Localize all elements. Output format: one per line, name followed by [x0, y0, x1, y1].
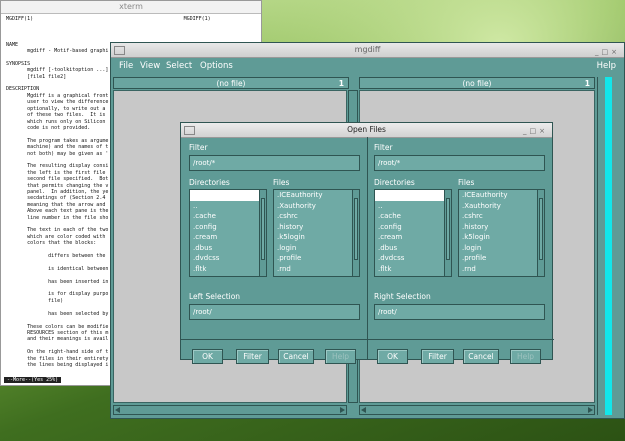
menu-options[interactable]: Options	[200, 58, 233, 74]
menu-bar: File View Select Options Help	[111, 58, 624, 74]
scroll-left-arrow-icon[interactable]	[115, 407, 120, 413]
window-controls-icon[interactable]: _□×	[523, 124, 548, 138]
list-item[interactable]: .cshrc	[274, 211, 359, 222]
list-item[interactable]: .dvdcss	[375, 253, 451, 264]
left-file-header: (no file) 1	[113, 77, 349, 89]
window-menu-icon[interactable]	[114, 46, 125, 55]
list-item[interactable]: .history	[274, 222, 359, 233]
list-item[interactable]: .cache	[375, 211, 451, 222]
list-item[interactable]: .config	[375, 222, 451, 233]
list-item[interactable]: .dvdcss	[190, 253, 266, 264]
left-cancel-button[interactable]: Cancel	[278, 349, 314, 364]
list-item[interactable]: .rnd	[459, 264, 544, 275]
mgdiff-titlebar[interactable]: mgdiff _□×	[111, 43, 624, 58]
menu-view[interactable]: View	[140, 58, 160, 74]
dialog-titlebar[interactable]: Open Files _□×	[181, 123, 552, 138]
right-file-selector: Filter /root/* Directories Files .. .cach…	[368, 137, 554, 364]
overview-diff-bar[interactable]	[605, 77, 612, 415]
list-item[interactable]: .profile	[459, 253, 544, 264]
list-scrollbar[interactable]	[259, 190, 266, 276]
overview-scrollbar[interactable]	[597, 77, 604, 415]
right-selection-input[interactable]: /root/	[374, 304, 545, 320]
left-selection-input[interactable]: /root/	[189, 304, 360, 320]
right-line-number: 1	[584, 79, 590, 88]
scroll-right-arrow-icon[interactable]	[340, 407, 345, 413]
left-ok-button[interactable]: OK	[192, 349, 223, 364]
left-file-name: (no file)	[216, 79, 246, 88]
right-directories-label: Directories	[374, 178, 415, 187]
list-item[interactable]: .Xauthority	[274, 201, 359, 212]
left-filter-label: Filter	[189, 143, 208, 152]
list-item[interactable]: .login	[274, 243, 359, 254]
list-item[interactable]: .ICEauthority	[274, 190, 359, 201]
dialog-title: Open Files	[347, 125, 386, 134]
left-line-number: 1	[338, 79, 344, 88]
xterm-titlebar[interactable]: xterm	[1, 1, 261, 14]
right-horizontal-scrollbar[interactable]	[359, 405, 595, 415]
list-item[interactable]: .history	[459, 222, 544, 233]
left-files-label: Files	[273, 178, 290, 187]
mgdiff-title: mgdiff	[354, 45, 381, 54]
scroll-thumb[interactable]	[261, 198, 265, 260]
right-files-list[interactable]: .ICEauthority .Xauthority .cshrc .history .k…	[458, 189, 545, 277]
left-selection-label: Left Selection	[189, 292, 241, 301]
button-separator	[181, 339, 367, 340]
menu-file[interactable]: File	[119, 58, 133, 74]
left-file-selector: Filter /root/* Directories Files .. .cach…	[181, 137, 367, 364]
scroll-left-arrow-icon[interactable]	[361, 407, 366, 413]
left-filter-input[interactable]: /root/*	[189, 155, 360, 171]
right-selection-label: Right Selection	[374, 292, 431, 301]
list-item[interactable]	[190, 190, 266, 201]
right-file-name: (no file)	[462, 79, 492, 88]
list-item[interactable]: .cshrc	[459, 211, 544, 222]
list-item[interactable]: .profile	[274, 253, 359, 264]
list-item[interactable]: ..	[190, 201, 266, 212]
list-item[interactable]: ..	[375, 201, 451, 212]
left-horizontal-scrollbar[interactable]	[113, 405, 347, 415]
right-directories-list[interactable]: .. .cache .config .cream .dbus .dvdcss .fltk	[374, 189, 452, 277]
right-file-header: (no file) 1	[359, 77, 595, 89]
right-help-button[interactable]: Help	[510, 349, 541, 364]
left-help-button[interactable]: Help	[325, 349, 356, 364]
left-files-list[interactable]: .ICEauthority .Xauthority .cshrc .history .k…	[273, 189, 360, 277]
right-filter-label: Filter	[374, 143, 393, 152]
button-separator	[368, 339, 554, 340]
right-ok-button[interactable]: OK	[377, 349, 408, 364]
list-item[interactable]	[375, 190, 451, 201]
left-directories-list[interactable]: .. .cache .config .cream .dbus .dvdcss .fltk	[189, 189, 267, 277]
window-menu-icon[interactable]	[184, 126, 195, 135]
list-item[interactable]: .k5login	[459, 232, 544, 243]
open-files-dialog[interactable]: Open Files _□× Filter /root/* Directorie…	[180, 122, 554, 364]
list-item[interactable]: .Xauthority	[459, 201, 544, 212]
left-filter-button[interactable]: Filter	[236, 349, 269, 364]
list-item[interactable]: .dbus	[375, 243, 451, 254]
list-item[interactable]: .cache	[190, 211, 266, 222]
list-item[interactable]: .config	[190, 222, 266, 233]
right-filter-button[interactable]: Filter	[421, 349, 454, 364]
menu-select[interactable]: Select	[166, 58, 192, 74]
list-item[interactable]: .ICEauthority	[459, 190, 544, 201]
scroll-thumb[interactable]	[539, 198, 543, 260]
list-item[interactable]: .k5login	[274, 232, 359, 243]
list-item[interactable]: .fltk	[190, 264, 266, 275]
list-scrollbar[interactable]	[444, 190, 451, 276]
list-scrollbar[interactable]	[352, 190, 359, 276]
list-item[interactable]: .rnd	[274, 264, 359, 275]
scroll-thumb[interactable]	[354, 198, 358, 260]
scroll-right-arrow-icon[interactable]	[588, 407, 593, 413]
right-cancel-button[interactable]: Cancel	[463, 349, 499, 364]
list-item[interactable]: .cream	[375, 232, 451, 243]
scroll-thumb[interactable]	[446, 198, 450, 260]
window-controls-icon[interactable]: _□×	[595, 45, 620, 59]
list-item[interactable]: .login	[459, 243, 544, 254]
xterm-more-prompt: --More--(Yes 25%)	[4, 377, 62, 383]
right-files-label: Files	[458, 178, 475, 187]
list-scrollbar[interactable]	[537, 190, 544, 276]
list-item[interactable]: .fltk	[375, 264, 451, 275]
list-item[interactable]: .dbus	[190, 243, 266, 254]
left-directories-label: Directories	[189, 178, 230, 187]
menu-help[interactable]: Help	[597, 58, 616, 74]
right-filter-input[interactable]: /root/*	[374, 155, 545, 171]
list-item[interactable]: .cream	[190, 232, 266, 243]
